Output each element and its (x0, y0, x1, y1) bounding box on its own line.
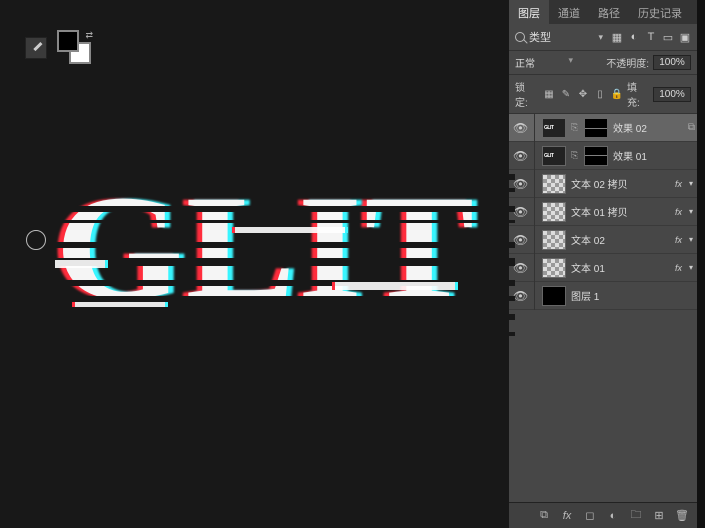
mask-link-icon[interactable]: ⎘ (571, 150, 579, 161)
tab-history[interactable]: 历史记录 (629, 0, 691, 24)
brush-cursor-icon (26, 230, 46, 250)
layer-thumbnail[interactable] (542, 258, 566, 278)
blend-mode-dropdown[interactable]: 正常 (515, 55, 573, 70)
filter-adjust-icon[interactable]: ◐ (628, 31, 640, 43)
filter-shape-icon[interactable]: ▭ (662, 31, 674, 43)
new-group-icon[interactable]: 🗀 (629, 509, 643, 523)
filter-smart-icon[interactable]: ▣ (679, 31, 691, 43)
glitch-base-text: GLIT (55, 162, 476, 334)
tab-channels[interactable]: 通道 (549, 0, 589, 24)
tab-layers[interactable]: 图层 (509, 0, 549, 24)
layer-name[interactable]: 效果 01 (613, 148, 693, 163)
layers-panel: 图层 通道 路径 历史记录 类型 ▦ ◐ T ▭ ▣ 正常 不透明度: 锁定: … (509, 0, 697, 528)
fx-badge[interactable]: fx (675, 207, 682, 217)
layer-style-icon[interactable]: fx (560, 509, 574, 523)
layers-list: 👁 ⎘ 效果 02 ⧉ 👁 ⎘ 效果 01 👁 文本 02 拷贝 fx ▾ 👁 (509, 114, 697, 502)
panel-tabs: 图层 通道 路径 历史记录 (509, 0, 697, 24)
layer-mask-thumbnail[interactable] (584, 146, 608, 166)
swap-colors-icon[interactable]: ⇄ (85, 30, 93, 41)
link-indicator-icon: ⧉ (688, 122, 695, 133)
lock-label: 锁定: (515, 79, 537, 109)
visibility-toggle-icon[interactable]: 👁 (513, 205, 527, 219)
layer-name[interactable]: 文本 02 拷贝 (571, 176, 670, 191)
chevron-down-icon[interactable]: ▾ (689, 235, 693, 244)
fill-input[interactable] (653, 87, 691, 102)
lock-pixels-icon[interactable]: ▦ (543, 88, 555, 100)
visibility-toggle-icon[interactable]: 👁 (513, 233, 527, 247)
mask-link-icon[interactable]: ⎘ (571, 122, 579, 133)
layer-thumbnail[interactable] (542, 118, 566, 138)
lock-brush-icon[interactable]: ✎ (560, 88, 572, 100)
canvas-area[interactable]: ⇄ GLIT GLIT GLIT (0, 0, 512, 528)
add-mask-icon[interactable]: ◻ (583, 509, 597, 523)
filter-type-icon[interactable]: T (645, 31, 657, 43)
layer-thumbnail[interactable] (542, 230, 566, 250)
blend-mode-row: 正常 不透明度: (509, 51, 697, 75)
visibility-toggle-icon[interactable]: 👁 (513, 121, 527, 135)
chevron-down-icon[interactable]: ▾ (689, 179, 693, 188)
layer-name[interactable]: 文本 01 拷贝 (571, 204, 670, 219)
layer-name[interactable]: 文本 01 (571, 260, 670, 275)
layer-row[interactable]: 👁 图层 1 (509, 282, 697, 310)
fx-badge[interactable]: fx (675, 263, 682, 273)
tool-options-bar: ⇄ (25, 30, 93, 66)
search-icon[interactable] (515, 32, 525, 42)
lock-all-icon[interactable]: 🔒 (611, 88, 623, 100)
brush-preview-icon[interactable] (25, 37, 47, 59)
blend-mode-value: 正常 (515, 55, 535, 70)
foreground-color-swatch[interactable] (57, 30, 79, 52)
glitch-text-artwork: GLIT GLIT GLIT (55, 162, 515, 352)
layer-thumbnail[interactable] (542, 202, 566, 222)
tab-paths[interactable]: 路径 (589, 0, 629, 24)
layer-name[interactable]: 文本 02 (571, 232, 670, 247)
layer-row[interactable]: 👁 文本 01 fx ▾ (509, 254, 697, 282)
layer-row[interactable]: 👁 文本 02 fx ▾ (509, 226, 697, 254)
lock-position-icon[interactable]: ✥ (577, 88, 589, 100)
fill-label: 填充: (627, 79, 649, 109)
layer-row[interactable]: 👁 文本 02 拷贝 fx ▾ (509, 170, 697, 198)
visibility-toggle-icon[interactable]: 👁 (513, 289, 527, 303)
opacity-label: 不透明度: (606, 55, 649, 70)
layer-thumbnail[interactable] (542, 174, 566, 194)
layer-name[interactable]: 效果 02 (613, 120, 693, 135)
filter-pixel-icon[interactable]: ▦ (611, 31, 623, 43)
new-layer-icon[interactable]: ⊞ (652, 509, 666, 523)
layer-mask-thumbnail[interactable] (584, 118, 608, 138)
chevron-down-icon[interactable]: ▾ (689, 207, 693, 216)
opacity-input[interactable] (653, 55, 691, 70)
layer-row[interactable]: 👁 ⎘ 效果 02 ⧉ (509, 114, 697, 142)
fx-badge[interactable]: fx (675, 235, 682, 245)
visibility-toggle-icon[interactable]: 👁 (513, 261, 527, 275)
fx-badge[interactable]: fx (675, 179, 682, 189)
lock-row: 锁定: ▦ ✎ ✥ ▯ 🔒 填充: (509, 75, 697, 114)
adjustment-layer-icon[interactable]: ◐ (606, 509, 620, 523)
delete-layer-icon[interactable]: 🗑 (675, 509, 689, 523)
layer-thumbnail[interactable] (542, 286, 566, 306)
chevron-down-icon[interactable]: ▾ (689, 263, 693, 272)
layer-thumbnail[interactable] (542, 146, 566, 166)
layer-row[interactable]: 👁 ⎘ 效果 01 (509, 142, 697, 170)
layer-row[interactable]: 👁 文本 01 拷贝 fx ▾ (509, 198, 697, 226)
layers-panel-footer: ⧉ fx ◻ ◐ 🗀 ⊞ 🗑 (509, 502, 697, 528)
layer-filter-row: 类型 ▦ ◐ T ▭ ▣ (509, 24, 697, 51)
layer-name[interactable]: 图层 1 (571, 288, 693, 303)
filter-type-dropdown[interactable]: 类型 (529, 29, 603, 45)
filter-type-label: 类型 (529, 29, 551, 45)
visibility-toggle-icon[interactable]: 👁 (513, 149, 527, 163)
link-layers-icon[interactable]: ⧉ (537, 509, 551, 523)
lock-artboard-icon[interactable]: ▯ (594, 88, 606, 100)
color-swatch-group[interactable]: ⇄ (57, 30, 93, 66)
visibility-toggle-icon[interactable]: 👁 (513, 177, 527, 191)
